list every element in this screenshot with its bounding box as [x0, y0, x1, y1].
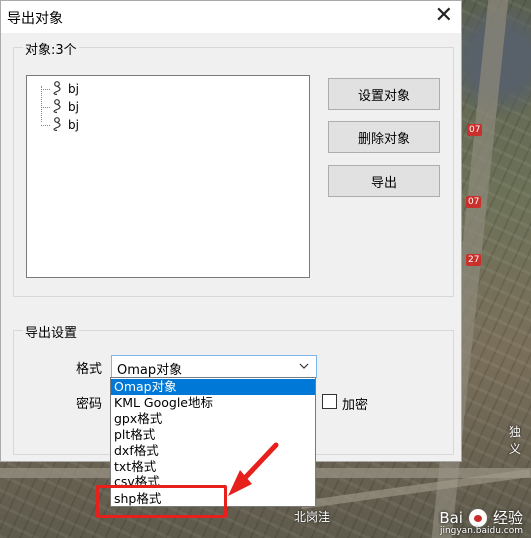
watermark-brand-suffix: 经验	[492, 509, 523, 527]
tree-item-label: bj	[68, 100, 79, 114]
paw-icon	[468, 508, 487, 527]
object-tree[interactable]: bj bj bj	[26, 75, 310, 278]
dialog-titlebar[interactable]: 导出对象 ✕	[1, 1, 461, 33]
tree-item[interactable]: bj	[41, 98, 79, 116]
objects-group-label: 对象:3个	[23, 39, 79, 58]
format-option-omap[interactable]: Omap对象	[111, 379, 315, 395]
watermark-brand: Bai	[439, 508, 463, 527]
annotation-highlight-box	[96, 485, 227, 518]
tree-item-label: bj	[68, 82, 79, 96]
format-select-value: Omap对象	[117, 363, 183, 378]
format-option-gpx[interactable]: gpx格式	[111, 411, 315, 427]
encrypt-checkbox[interactable]	[322, 394, 337, 409]
tree-item-label: bj	[68, 118, 79, 132]
encrypt-label[interactable]: 加密	[342, 394, 368, 413]
track-object-icon	[53, 81, 61, 96]
format-option-txt[interactable]: txt格式	[111, 459, 315, 475]
track-object-icon	[53, 117, 61, 132]
set-objects-button[interactable]: 设置对象	[328, 78, 440, 110]
map-road-badge: 07	[467, 124, 483, 136]
format-select[interactable]: Omap对象	[111, 355, 317, 378]
track-object-icon	[53, 99, 61, 114]
delete-objects-button[interactable]: 删除对象	[328, 121, 440, 153]
format-option-plt[interactable]: plt格式	[111, 427, 315, 443]
map-road-badge: 07	[466, 196, 482, 208]
format-option-kml[interactable]: KML Google地标	[111, 395, 315, 411]
map-road-badge: 27	[466, 254, 482, 266]
export-settings-label: 导出设置	[23, 322, 80, 341]
tree-item[interactable]: bj	[41, 80, 79, 98]
dialog-title: 导出对象	[7, 11, 63, 27]
format-label: 格式	[76, 362, 103, 377]
chevron-down-icon	[299, 363, 309, 369]
watermark-logo: Bai 经验	[439, 507, 523, 528]
format-option-dxf[interactable]: dxf格式	[111, 443, 315, 459]
map-place-label: 独义	[509, 425, 522, 456]
watermark-url: jingyan.baidu.com	[439, 526, 523, 536]
export-button[interactable]: 导出	[328, 165, 440, 197]
close-icon[interactable]: ✕	[435, 4, 453, 28]
tree-item[interactable]: bj	[41, 116, 79, 134]
map-place-label: 北岗洼	[294, 510, 331, 524]
password-label: 密码	[76, 397, 103, 412]
